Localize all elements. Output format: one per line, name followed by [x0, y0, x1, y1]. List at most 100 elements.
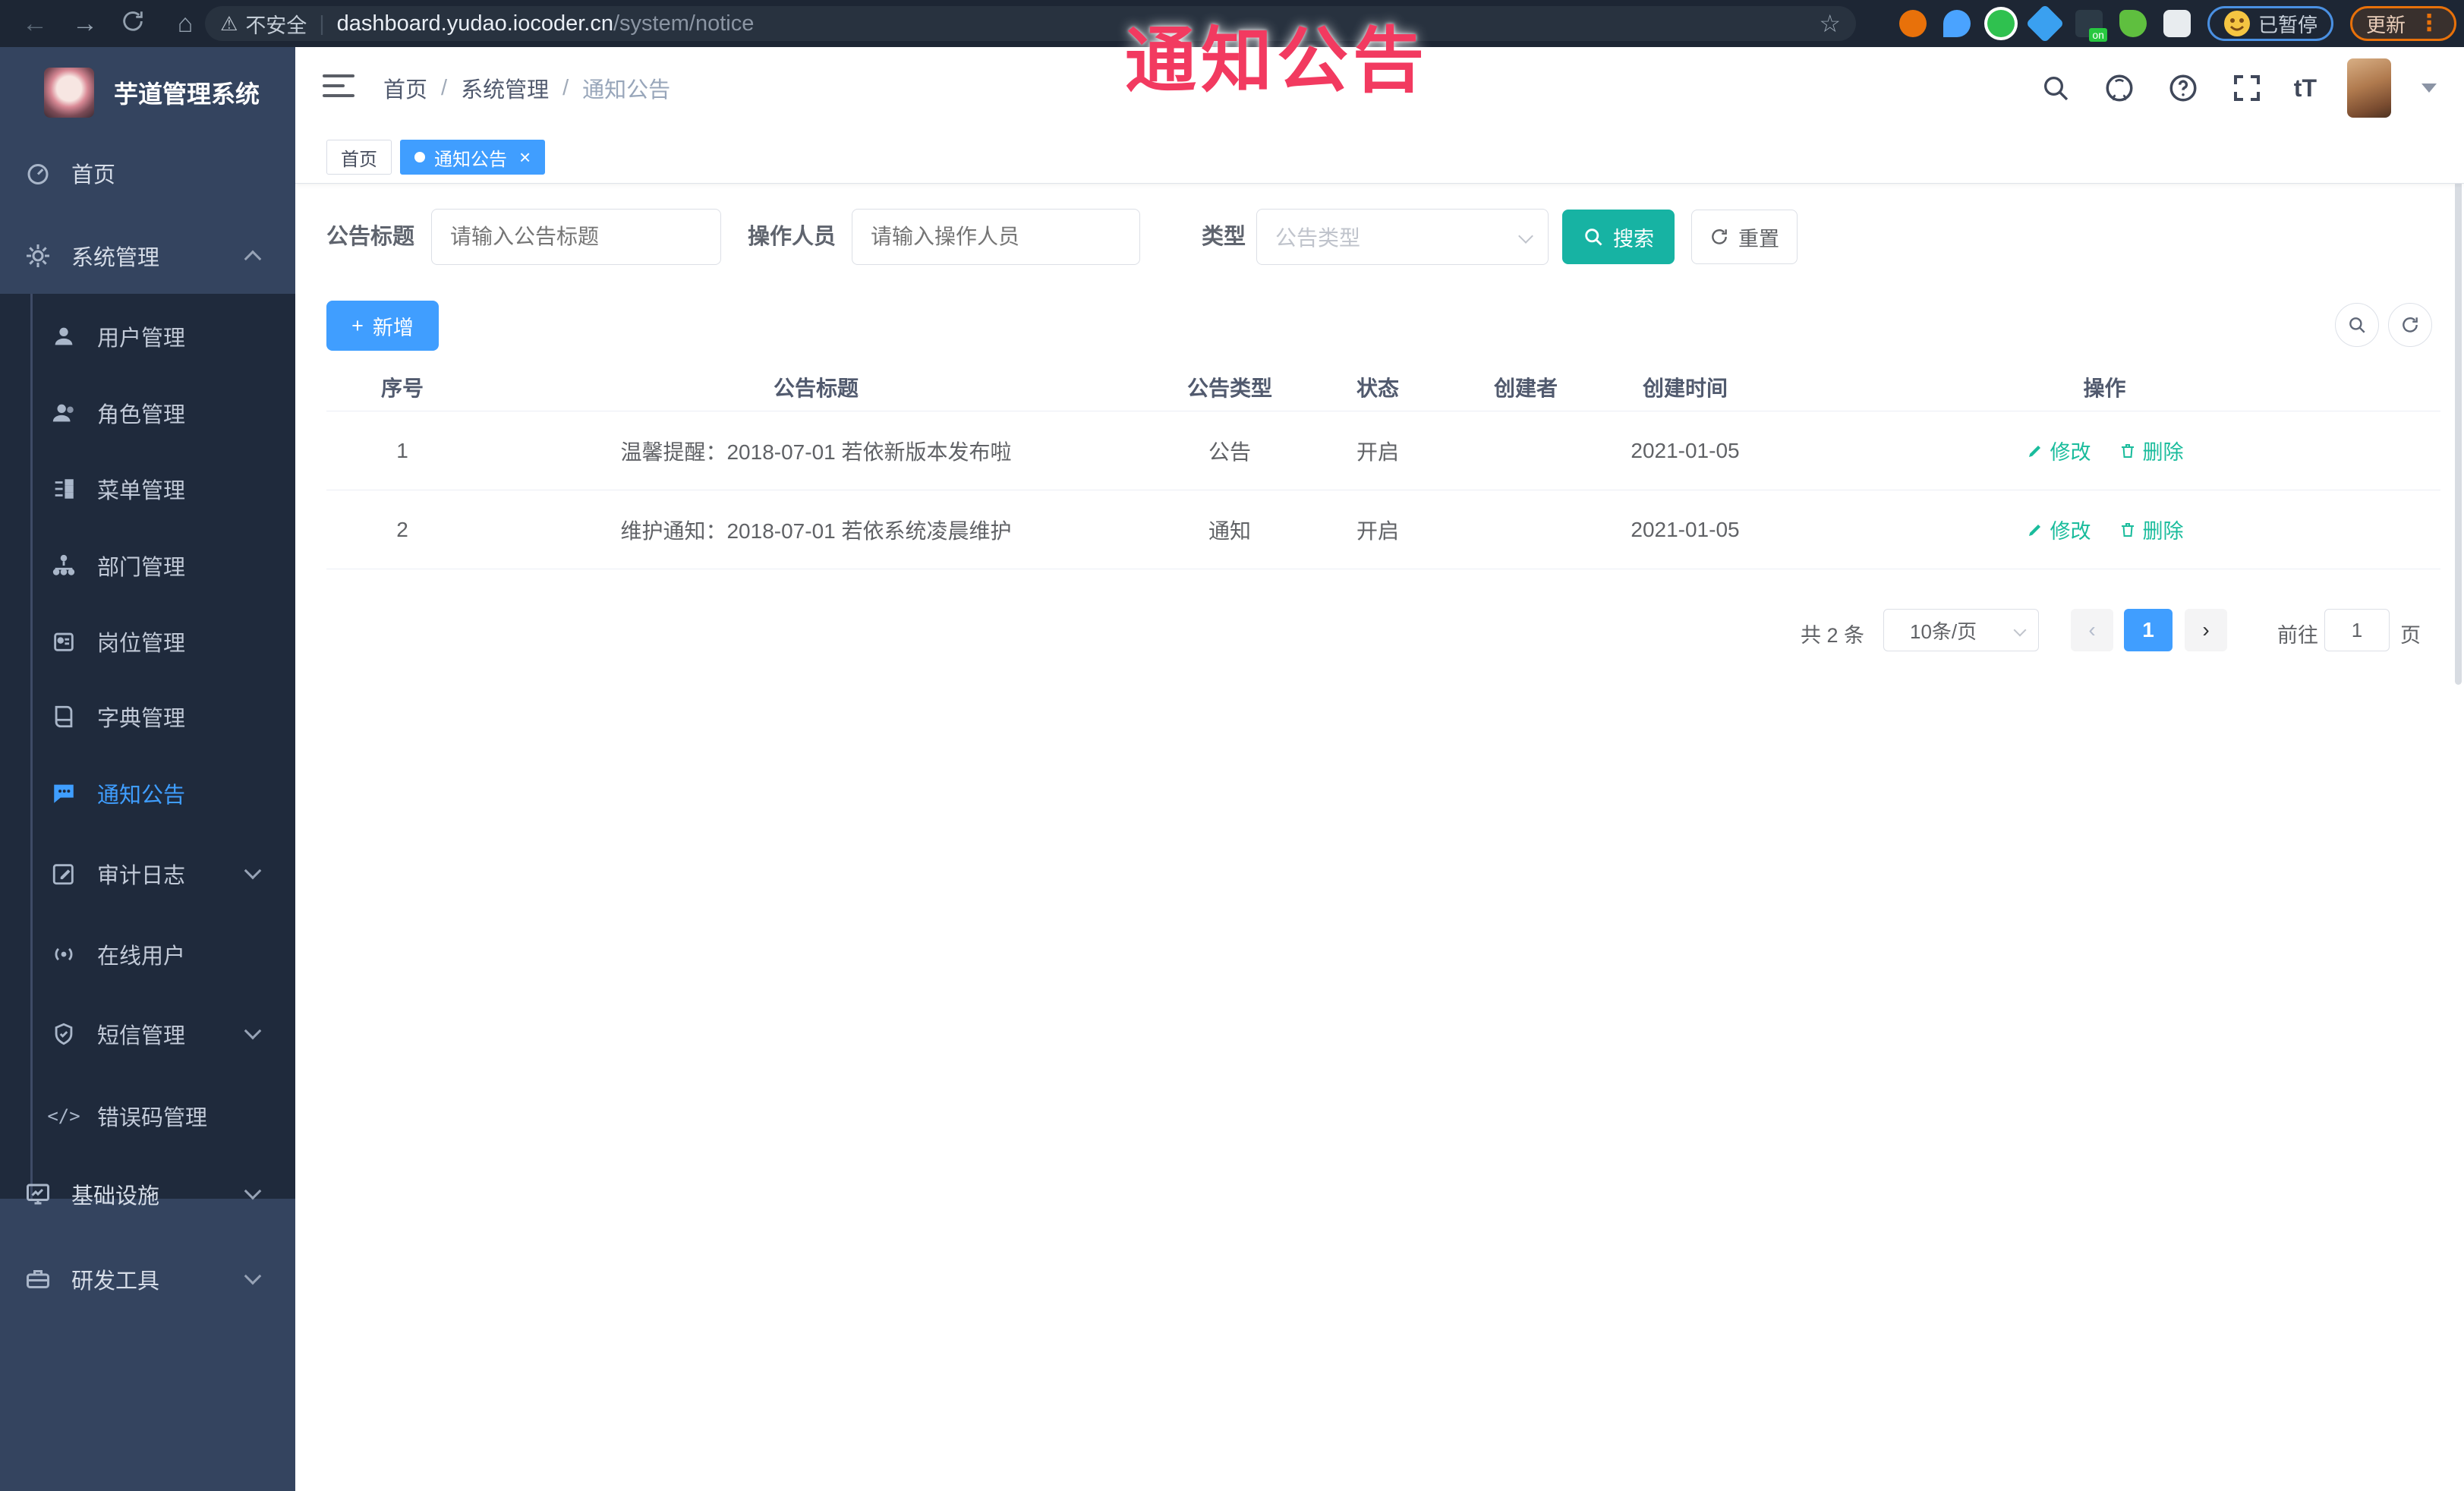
reset-button[interactable]: 重置	[1691, 210, 1798, 264]
home-icon[interactable]: ⌂	[170, 8, 200, 39]
delete-link[interactable]: 删除	[2119, 436, 2184, 465]
refresh-table-button[interactable]	[2388, 303, 2432, 347]
sidebar-item-dev-tools[interactable]: 研发工具	[0, 1241, 295, 1317]
close-icon[interactable]: ×	[519, 146, 531, 169]
chevron-down-icon	[244, 1267, 262, 1285]
tab-home[interactable]: 首页	[326, 140, 392, 175]
active-tab-dot	[414, 152, 425, 162]
forward-icon[interactable]: →	[70, 8, 100, 39]
operator-input[interactable]	[852, 209, 1140, 265]
user-avatar[interactable]	[2347, 58, 2391, 118]
col-type: 公告类型	[1186, 376, 1272, 400]
sidebar-item-notice[interactable]: 通知公告	[0, 755, 295, 831]
delete-link[interactable]: 删除	[2119, 515, 2184, 544]
extension-icon-blue-diamond[interactable]	[2025, 4, 2065, 43]
sidebar-item-online-users[interactable]: 在线用户	[0, 916, 295, 992]
chevron-down-icon	[244, 1022, 262, 1040]
sidebar-item-audit-log[interactable]: 审计日志	[0, 836, 295, 912]
table-row: 2 维护通知：2018-07-01 若依系统凌晨维护 通知 开启 2021-01…	[326, 490, 2440, 569]
notice-title-label: 公告标题	[326, 225, 415, 249]
back-icon[interactable]: ←	[20, 8, 50, 39]
breadcrumb-system[interactable]: 系统管理	[461, 72, 549, 104]
table-row: 1 温馨提醒：2018-07-01 若依新版本发布啦 公告 开启 2021-01…	[326, 411, 2440, 490]
url-separator: |	[319, 11, 325, 35]
app-logo-avatar	[44, 68, 94, 118]
chevron-up-icon	[244, 250, 262, 268]
search-icon	[2349, 317, 2365, 333]
avatar-caret-icon[interactable]	[2421, 84, 2437, 93]
sidebar-item-system[interactable]: 系统管理	[0, 218, 295, 294]
sidebar-item-menus[interactable]: 菜单管理	[0, 451, 295, 527]
extension-icon-green-leaf[interactable]	[2119, 10, 2147, 37]
help-icon[interactable]	[2166, 71, 2200, 105]
refresh-icon	[1712, 229, 1727, 244]
current-page-button[interactable]: 1	[2124, 609, 2173, 651]
prev-page-button[interactable]: ‹	[2071, 609, 2113, 651]
sidebar-item-departments[interactable]: 部门管理	[0, 528, 295, 604]
toolbox-icon	[21, 1262, 55, 1296]
sidebar-item-posts[interactable]: 岗位管理	[0, 604, 295, 679]
search-button[interactable]: 搜索	[1562, 210, 1675, 264]
tags-view-bar: 首页 通知公告 ×	[295, 129, 2464, 184]
not-secure-label: 不安全	[245, 14, 307, 37]
sidebar-item-roles[interactable]: 角色管理	[0, 375, 295, 451]
sidebar-collapse-icon[interactable]	[323, 74, 354, 102]
extension-icon-dark[interactable]: on	[2075, 10, 2107, 42]
bookmark-star-icon[interactable]: ☆	[1819, 9, 1841, 38]
monitor-icon	[21, 1177, 55, 1211]
menu-tree-icon	[47, 472, 80, 506]
breadcrumb-home[interactable]: 首页	[383, 72, 427, 104]
chevron-down-icon	[1518, 229, 1533, 244]
dashboard-icon	[21, 156, 55, 190]
edit-link[interactable]: 修改	[2026, 436, 2091, 465]
plus-icon: +	[351, 314, 364, 337]
annotation-overlay-text: 通知公告	[1125, 20, 1429, 100]
profile-paused-chip[interactable]: 已暂停	[2207, 6, 2333, 41]
font-size-icon[interactable]: tT	[2294, 74, 2317, 102]
page-jump-input[interactable]	[2324, 609, 2390, 651]
sidebar-item-error-codes[interactable]: </> 错误码管理	[0, 1078, 295, 1154]
github-icon[interactable]	[2103, 71, 2136, 105]
col-creator: 创建者	[1493, 376, 1558, 400]
gear-icon	[21, 239, 55, 273]
extensions-puzzle-icon[interactable]	[2163, 10, 2191, 37]
sidebar: 芋道管理系统 首页 系统管理 用户管理 角色管理 菜单管理 部门管理 岗位管理 …	[0, 47, 295, 1491]
search-icon	[1585, 229, 1602, 246]
book-icon	[47, 700, 80, 733]
sidebar-item-home[interactable]: 首页	[0, 135, 295, 211]
fullscreen-icon[interactable]	[2230, 71, 2264, 105]
browser-update-button[interactable]: 更新 ⋮	[2349, 6, 2456, 41]
sidebar-item-infrastructure[interactable]: 基础设施	[0, 1156, 295, 1232]
scrollbar-thumb[interactable]	[2455, 138, 2462, 685]
toggle-search-button[interactable]	[2335, 303, 2379, 347]
sidebar-item-dictionary[interactable]: 字典管理	[0, 679, 295, 755]
col-actions: 操作	[2083, 376, 2126, 400]
add-button[interactable]: + 新增	[326, 301, 439, 351]
sidebar-item-users[interactable]: 用户管理	[0, 298, 295, 374]
jump-prefix-label: 前往	[2277, 624, 2318, 647]
chevron-down-icon	[2013, 623, 2027, 637]
extension-icon-orange[interactable]	[1898, 10, 1927, 37]
extension-icon-green-circle[interactable]	[1987, 10, 2015, 37]
browser-menu-kebab-icon[interactable]: ⋮	[2418, 12, 2440, 35]
url-host: dashboard.yudao.iocoder.cn	[336, 11, 613, 36]
address-bar[interactable]: ⚠ 不安全 | dashboard.yudao.iocoder.cn /syst…	[205, 6, 1856, 41]
page-size-select[interactable]: 10条/页	[1883, 609, 2039, 651]
badge-icon	[47, 625, 80, 658]
type-select[interactable]: 公告类型	[1256, 209, 1549, 265]
next-page-button[interactable]: ›	[2185, 609, 2227, 651]
tab-notice[interactable]: 通知公告 ×	[400, 140, 546, 175]
app-title: 芋道管理系统	[114, 80, 260, 108]
notice-title-input[interactable]	[431, 209, 721, 265]
chevron-down-icon	[244, 862, 262, 880]
search-icon[interactable]	[2039, 71, 2072, 105]
emoji-face-icon	[2223, 11, 2250, 36]
edit-link[interactable]: 修改	[2026, 515, 2091, 544]
extension-icon-location-pin[interactable]	[1943, 10, 1971, 37]
chevron-down-icon	[244, 1182, 262, 1200]
refresh-icon[interactable]	[120, 8, 150, 39]
app-logo-row[interactable]: 芋道管理系统	[0, 62, 295, 123]
sidebar-item-sms[interactable]: 短信管理	[0, 996, 295, 1072]
user-icon	[47, 320, 80, 353]
shield-check-icon	[47, 1017, 80, 1051]
